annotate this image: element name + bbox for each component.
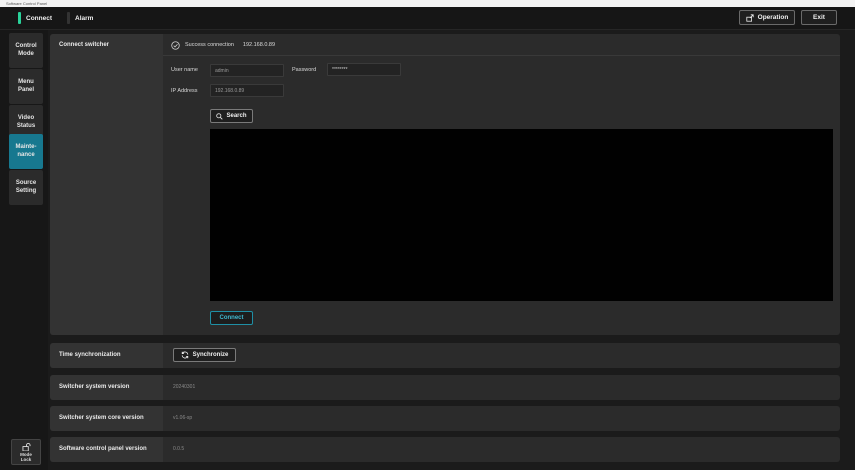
top-bar: Connect Alarm Operation Exit (0, 7, 855, 30)
password-input[interactable] (327, 63, 401, 76)
active-indicator (18, 12, 21, 24)
divider (163, 55, 840, 56)
window-titlebar: Software Control Panel (0, 0, 855, 7)
connect-switcher-label: Connect switcher (59, 42, 110, 48)
operation-icon (746, 13, 754, 22)
synchronize-label: Synchronize (192, 352, 229, 358)
exit-label: Exit (813, 14, 825, 21)
tab-alarm[interactable]: Alarm (67, 11, 93, 25)
sidebar-item-source-setting[interactable]: Source Setting (9, 170, 43, 205)
time-sync-panel: Time synchronization Synchronize (50, 343, 840, 368)
sidebar-item-menu-panel[interactable]: Menu Panel (9, 69, 43, 104)
sidebar-item-control-mode[interactable]: Control Mode (9, 33, 43, 68)
status-text: Success connection (185, 42, 234, 48)
ip-address-input[interactable] (210, 84, 284, 97)
software-version-value: 0.0.5 (173, 446, 185, 452)
exit-button[interactable]: Exit (801, 10, 837, 25)
username-label: User name (171, 67, 198, 73)
search-button[interactable]: Search (210, 109, 253, 123)
sidebar: Control Mode Menu Panel Video Status Mai… (0, 30, 48, 470)
software-version-panel: Software control panel version 0.0.5 (50, 437, 840, 462)
refresh-icon (181, 351, 188, 359)
window-title: Software Control Panel (6, 1, 48, 6)
software-version-label: Software control panel version (59, 446, 147, 452)
search-label: Search (226, 113, 247, 119)
synchronize-button[interactable]: Synchronize (173, 348, 236, 362)
tab-connect[interactable]: Connect (18, 11, 52, 25)
time-sync-label: Time synchronization (59, 352, 121, 358)
core-version-label: Switcher system core version (59, 415, 144, 421)
tab-connect-label: Connect (26, 14, 52, 22)
core-version-panel: Switcher system core version v1.06-sp (50, 406, 840, 431)
status-ip: 192.168.0.89 (242, 42, 276, 48)
system-version-panel: Switcher system version 20240301 (50, 375, 840, 400)
connection-status: Success connection 192.168.0.89 (171, 40, 275, 50)
search-icon (216, 112, 224, 120)
inactive-indicator (67, 12, 70, 24)
ip-address-label: IP Address (171, 88, 198, 94)
connect-switcher-panel: Connect switcher Success connection 192.… (50, 34, 840, 335)
search-results-list[interactable] (210, 129, 833, 301)
unlock-icon (22, 442, 30, 451)
mode-lock-label: Mode Lock (20, 451, 32, 462)
password-label: Password (292, 67, 317, 73)
sidebar-item-maintenance[interactable]: Mainte- nance (9, 134, 43, 169)
username-input[interactable] (210, 64, 284, 77)
operation-label: Operation (757, 14, 789, 21)
label-column (50, 34, 163, 335)
tab-alarm-label: Alarm (75, 14, 94, 22)
core-version-value: v1.06-sp (173, 415, 193, 421)
operation-button[interactable]: Operation (739, 10, 795, 25)
system-version-value: 20240301 (173, 384, 196, 390)
system-version-label: Switcher system version (59, 384, 130, 390)
mode-lock-button[interactable]: Mode Lock (11, 439, 41, 465)
check-circle-icon (171, 40, 180, 50)
connect-button[interactable]: Connect (210, 311, 253, 325)
